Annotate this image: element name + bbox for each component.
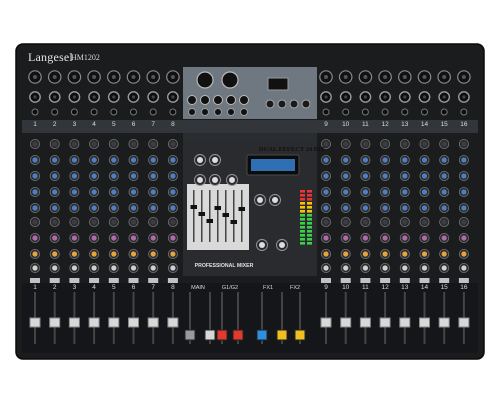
mute-button-icon [108, 278, 119, 283]
mute-button-icon [321, 278, 331, 283]
channel-number-label: 6 [131, 284, 136, 291]
channel-number-label: 14 [420, 121, 429, 128]
channel-number-label: 2 [52, 284, 57, 291]
jack-input-icon [187, 95, 197, 105]
mute-button-icon [148, 278, 159, 283]
xlr-input-icon [221, 71, 239, 89]
rotary-knob-icon [301, 99, 311, 109]
fader-icon [276, 329, 288, 341]
fader-icon [419, 317, 430, 328]
mute-button-icon [340, 278, 351, 283]
channel-number-label: 4 [92, 121, 96, 128]
fader-icon [399, 317, 411, 328]
fader-icon [198, 212, 205, 216]
channel-number-label: 8 [171, 121, 175, 128]
channel-number-label: 6 [131, 121, 136, 128]
jack-input-icon [226, 95, 236, 105]
master-label: MAIN [191, 285, 205, 291]
fader-icon [216, 329, 228, 341]
channel-number-label: 5 [111, 121, 116, 128]
fader-icon [167, 317, 179, 328]
mute-button-icon [69, 278, 80, 283]
mixer-photo: Langesel HM1202 DUAL EFFECT 24 BIT PROFE… [0, 0, 500, 400]
xlr-input-icon [196, 71, 214, 89]
channel-number-label: 3 [72, 121, 77, 128]
channel-number-label: 8 [171, 284, 175, 291]
channel-number-label: 1 [33, 284, 37, 291]
fader-icon [184, 329, 196, 341]
channel-number-label: 7 [151, 284, 155, 291]
mute-button-icon [380, 278, 391, 283]
channel-number-label: 14 [420, 284, 429, 291]
channel-number-label: 3 [72, 284, 77, 291]
fader-icon [238, 207, 245, 211]
panel-title: PROFESSIONAL MIXER [194, 263, 254, 269]
channel-number-label: 13 [401, 121, 409, 128]
mute-button-icon [399, 278, 410, 283]
rotary-knob-icon [277, 99, 287, 109]
rotary-knob-icon [289, 99, 299, 109]
channel-number-label: 15 [440, 284, 448, 291]
mute-button-icon [360, 278, 371, 283]
jack-input-icon [213, 95, 223, 105]
channel-number-label: 4 [92, 284, 96, 291]
fader-icon [294, 329, 306, 341]
channel-number-label: 9 [324, 284, 328, 291]
fader-icon [108, 317, 120, 328]
fader-icon [206, 219, 213, 223]
channel-number-label: 16 [460, 121, 468, 128]
fader-icon [458, 317, 470, 328]
channel-number-label: 13 [401, 284, 409, 291]
fader-icon [438, 317, 450, 328]
channel-number-label: 2 [52, 121, 57, 128]
channel-number-label: 12 [381, 284, 389, 291]
mute-button-icon [128, 278, 139, 283]
model-label: HM1202 [71, 53, 100, 62]
fader-icon [359, 317, 371, 328]
brand-logo: Langesel [28, 50, 73, 64]
fader-icon [128, 317, 139, 328]
fader-icon [320, 317, 332, 328]
fader-icon [214, 206, 221, 210]
fader-icon [190, 205, 197, 209]
effect-title: DUAL EFFECT 24 BIT [258, 146, 326, 153]
fader-icon [379, 317, 391, 328]
fader-icon [222, 213, 229, 217]
fader-icon [88, 317, 100, 328]
fader-icon [230, 220, 237, 224]
fader-icon [256, 329, 268, 341]
mute-button-icon [419, 278, 430, 283]
master-label: G1/G2 [221, 285, 239, 291]
mute-button-icon [89, 278, 100, 283]
mute-button-icon [49, 278, 60, 283]
fader-icon [232, 329, 244, 341]
channel-number-label: 15 [440, 121, 448, 128]
master-label: FX1 [262, 285, 274, 291]
rotary-knob-icon [265, 99, 275, 109]
channel-number-label: 1 [33, 121, 37, 128]
channel-number-label: 7 [151, 121, 155, 128]
fader-icon [49, 317, 61, 328]
jack-input-icon [200, 95, 210, 105]
channel-number-label: 11 [362, 284, 369, 291]
channel-number-label: 5 [111, 284, 116, 291]
fader-icon [29, 317, 41, 328]
mute-button-icon [458, 278, 469, 283]
channel-number-label: 9 [324, 121, 328, 128]
channel-number-label: 10 [342, 284, 350, 291]
mute-button-icon [167, 278, 178, 283]
mute-button-icon [30, 278, 40, 283]
fader-icon [340, 317, 352, 328]
channel-number-label: 16 [460, 284, 468, 291]
fader-icon [68, 317, 80, 328]
channel-number-label: 11 [362, 121, 369, 128]
mute-button-icon [439, 278, 450, 283]
channel-number-label: 10 [342, 121, 350, 128]
master-label: FX2 [289, 285, 301, 291]
jack-input-icon [239, 95, 249, 105]
fader-icon [147, 317, 159, 328]
channel-number-label: 12 [381, 121, 389, 128]
fader-icon [204, 329, 216, 341]
